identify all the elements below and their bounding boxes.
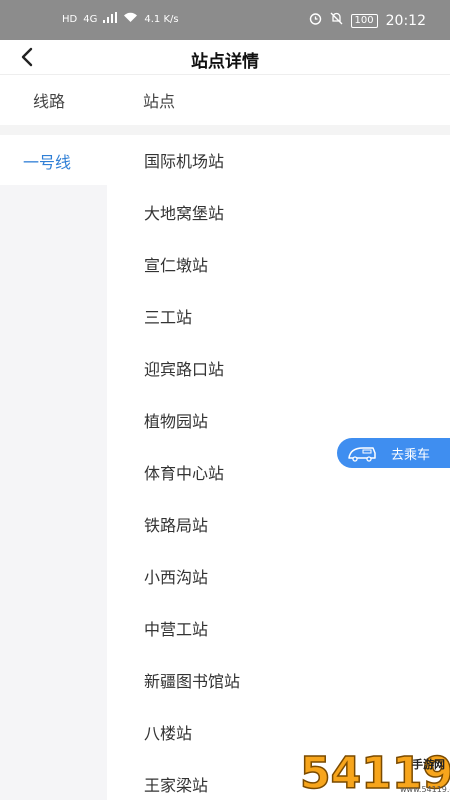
station-label: 国际机场站	[144, 152, 225, 171]
line-list: 一号线	[0, 135, 107, 800]
status-left: HD 4G 4.1 K/s	[62, 12, 179, 27]
station-label: 植物园站	[144, 412, 209, 431]
station-column-header: 站点	[143, 92, 176, 111]
station-label: 三工站	[144, 308, 193, 327]
station-item[interactable]: 三工站	[107, 291, 450, 343]
station-item[interactable]: 迎宾路口站	[107, 343, 450, 395]
nav-bar: 站点详情	[0, 40, 450, 74]
wifi-icon	[123, 12, 138, 27]
line-item-1[interactable]: 一号线	[0, 135, 107, 185]
mute-icon	[330, 12, 343, 29]
ride-button[interactable]: 去乘车	[337, 438, 450, 468]
station-item[interactable]: 国际机场站	[107, 135, 450, 187]
battery-icon: 100	[350, 13, 378, 28]
station-label: 王家梁站	[144, 776, 209, 795]
station-label: 宣仁墩站	[144, 256, 209, 275]
alarm-icon	[309, 12, 322, 29]
station-label: 八楼站	[144, 724, 193, 743]
station-list: 国际机场站 大地窝堡站 宣仁墩站 三工站 迎宾路口站 植物园站 体育中心站 铁路…	[107, 135, 450, 811]
station-label: 体育中心站	[144, 464, 225, 483]
net-speed: 4.1 K/s	[144, 13, 179, 25]
line-column-header: 线路	[33, 92, 66, 111]
station-label: 迎宾路口站	[144, 360, 225, 379]
page-title: 站点详情	[191, 52, 259, 72]
status-right: 100 20:12	[309, 12, 426, 29]
station-item[interactable]: 大地窝堡站	[107, 187, 450, 239]
station-item[interactable]: 新疆图书馆站	[107, 655, 450, 707]
status-time: 20:12	[385, 12, 426, 29]
line-item-label: 一号线	[23, 153, 72, 172]
station-label: 铁路局站	[144, 516, 209, 535]
hd-indicator: HD	[62, 13, 78, 25]
bus-icon	[347, 443, 379, 463]
watermark-logo: 54119 手游网 www.54119.cn	[299, 740, 450, 800]
column-header: 线路 站点	[0, 75, 450, 125]
station-item[interactable]: 铁路局站	[107, 499, 450, 551]
svg-text:手游网: 手游网	[412, 757, 445, 771]
signal-icon	[103, 12, 118, 27]
station-label: 中营工站	[144, 620, 209, 639]
status-bar: HD 4G 4.1 K/s 100 20:12	[0, 0, 450, 40]
svg-text:www.54119.cn: www.54119.cn	[400, 785, 450, 794]
station-label: 大地窝堡站	[144, 204, 225, 223]
station-label: 小西沟站	[144, 568, 209, 587]
station-item[interactable]: 小西沟站	[107, 551, 450, 603]
station-item[interactable]: 宣仁墩站	[107, 239, 450, 291]
ride-button-label: 去乘车	[391, 447, 431, 463]
network-indicator: 4G	[83, 13, 98, 25]
station-label: 新疆图书馆站	[144, 672, 241, 691]
station-item[interactable]: 中营工站	[107, 603, 450, 655]
header-gap	[0, 125, 450, 135]
